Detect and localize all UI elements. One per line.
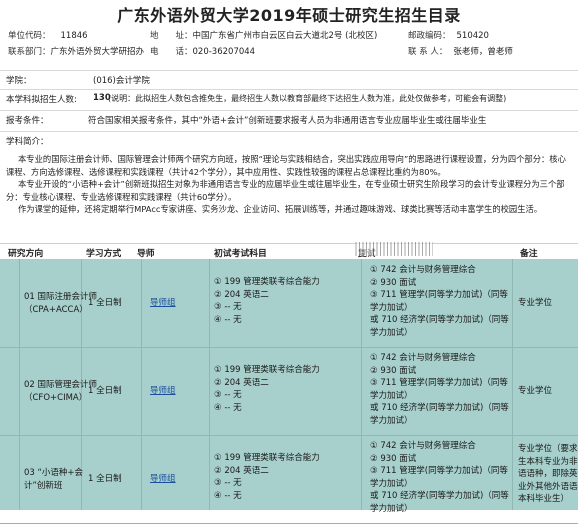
intro-paragraph-1: 本专业的国际注册会计师、国际管理会计师两个研究方向班，按照“理论与实践相结合，突… [6, 154, 566, 177]
study-mode-cell: 1 全日制 [88, 474, 122, 484]
scan-noise [355, 242, 433, 256]
table-row: 01 国际注册会计师 （CPA+ACCA） 1 全日制 导师组 ① 199 管理类联考综… [0, 259, 578, 348]
address: 地 址：中国广东省广州市白云区白云大道北2号 (北校区) [150, 31, 378, 41]
exam-subjects-cell: ① 199 管理类联考综合能力 ② 204 英语二 ③ -- 无④ -- 无 [214, 277, 320, 325]
tutor-link[interactable]: 导师组 [150, 297, 176, 310]
study-mode-cell: 1 全日制 [88, 386, 122, 396]
intro-text: 本专业的国际注册会计师、国际管理会计师两个研究方向班，按照“理论与实践相结合，突… [6, 153, 574, 216]
direction-cell: 03 “小语种+会 计”创新班 [24, 468, 84, 491]
intro-label-row: 学科简介： [0, 131, 578, 149]
direction-cell: 01 国际注册会计师 （CPA+ACCA） [24, 292, 98, 315]
plan-row: 本学科拟招生人数: 130 (说明：此拟招生人数包含推免生，最终招生人数以教育部… [0, 89, 578, 107]
postcode: 邮政编码： 510420 [408, 31, 489, 41]
requirement-row: 报考条件： 符合国家相关报考条件，其中“外语+会计”创新班要求报考人员为非通用语… [0, 110, 578, 128]
study-mode-cell: 1 全日制 [88, 298, 122, 308]
note-cell: 专业学位（要求考生本科专业为非通用语语种，即除英语业外其他外语语种本科毕业生） [518, 444, 578, 504]
retest-subjects-cell: ① 742 会计与财务管理综合 ② 930 面试 ③ 711 管理学(同等学力加试)… [370, 353, 509, 426]
tutor-link[interactable]: 导师组 [150, 473, 176, 486]
intro-paragraph-2: 本专业开设的“小语种+会计”创新班拟招生对象为非通用语言专业的应届毕业生或往届毕… [6, 179, 565, 202]
tutor-link[interactable]: 导师组 [150, 385, 176, 398]
retest-subjects-cell: ① 742 会计与财务管理综合 ② 930 面试 ③ 711 管理学(同等学力加试)… [370, 441, 509, 514]
table-row: 02 国际管理会计师 （CFO+CIMA） 1 全日制 导师组 ① 199 管理类联考综… [0, 347, 578, 436]
direction-cell: 02 国际管理会计师 （CFO+CIMA） [24, 380, 98, 403]
note-cell: 专业学位 [518, 298, 553, 308]
contact-dept: 联系部门：广东外语外贸大学研招办 [8, 47, 145, 57]
contact-person: 联 系 人： 张老师，曾老师 [408, 47, 513, 57]
table-row: 03 “小语种+会 计”创新班 1 全日制 导师组 ① 199 管理类联考综合能力 ② 2… [0, 435, 578, 524]
page-title: 广东外语外贸大学2019年硕士研究生招生目录 [117, 6, 461, 25]
exam-subjects-cell: ① 199 管理类联考综合能力 ② 204 英语二 ③ -- 无④ -- 无 [214, 453, 320, 501]
college-row: 学院： (016)会计学院 [0, 70, 578, 88]
school-code: 单位代码： 11846 [8, 31, 88, 41]
retest-subjects-cell: ① 742 会计与财务管理综合 ② 930 面试 ③ 711 管理学(同等学力加试)… [370, 265, 509, 338]
program-table: 01 国际注册会计师 （CPA+ACCA） 1 全日制 导师组 ① 199 管理类联考综… [0, 259, 578, 524]
note-cell: 专业学位 [518, 386, 553, 396]
exam-subjects-cell: ① 199 管理类联考综合能力 ② 204 英语二 ③ -- 无④ -- 无 [214, 365, 320, 413]
phone: 电 话：020-36207044 [150, 47, 256, 57]
intro-paragraph-3: 作为课堂的延伸，还将定期举行MPAcc专家讲座、实务沙龙、企业访问、拓展训练等，… [18, 204, 543, 215]
